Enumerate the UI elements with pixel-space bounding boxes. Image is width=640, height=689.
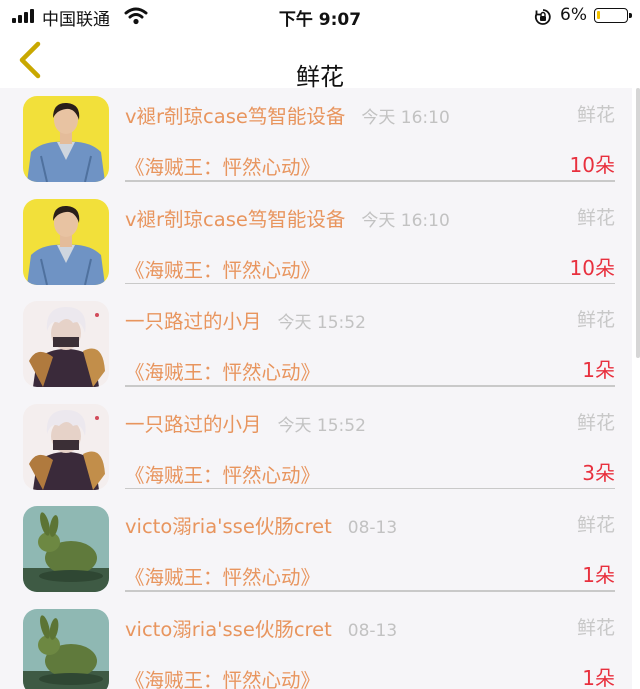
flower-count: 1朵 (582, 563, 615, 588)
gift-timestamp: 08-13 (347, 518, 398, 539)
list-item[interactable]: v褪r剞琼case笃智能设备 今天 16:10 鲜花《海贼王：怦然心动》 10朵 (0, 191, 632, 294)
sender-name-text: victo溺ria'sse伙肠cret (125, 515, 332, 539)
flower-count: 3朵 (582, 460, 615, 485)
scrollbar[interactable] (636, 88, 640, 358)
rotation-lock-icon (534, 9, 551, 25)
battery-icon (594, 8, 632, 23)
list-item[interactable]: 一只路过的小月 今天 15:52 鲜花《海贼王：怦然心动》 1朵 (0, 293, 632, 396)
sender-name-text: victo溺ria'sse伙肠cret (125, 618, 332, 641)
sender-name: v褪r剞琼case笃智能设备 今天 16:10 (125, 100, 450, 129)
work-title: 《海贼王：怦然心动》 (125, 669, 321, 689)
status-bar: 中国联通 下午 9:07 6% (0, 0, 640, 32)
sender-name-text: v褪r剞琼case笃智能设备 (125, 105, 346, 128)
gift-timestamp: 今天 15:52 (277, 415, 366, 436)
avatar[interactable] (23, 403, 109, 490)
gift-timestamp: 今天 15:52 (277, 313, 366, 334)
sender-name-text: 一只路过的小月 (125, 310, 262, 334)
sender-name: v褪r剞琼case笃智能设备 今天 16:10 (125, 203, 450, 232)
gift-timestamp: 08-13 (347, 621, 398, 641)
flower-count: 10朵 (569, 255, 615, 280)
flower-count: 10朵 (569, 153, 615, 177)
avatar[interactable] (23, 198, 109, 285)
sender-name-text: 一只路过的小月 (125, 412, 262, 436)
list-item[interactable]: 一只路过的小月 今天 15:52 鲜花《海贼王：怦然心动》 3朵 (0, 396, 632, 499)
avatar[interactable] (23, 301, 109, 388)
work-title: 《海贼王：怦然心动》 (125, 361, 321, 385)
flower-count: 1朵 (582, 666, 615, 689)
list-item[interactable]: victo溺ria'sse伙肠cret 08-13 鲜花《海贼王：怦然心动》 1朵 (0, 498, 632, 601)
work-title: 《海贼王：怦然心动》 (125, 463, 321, 487)
work-title: 《海贼王：怦然心动》 (125, 566, 321, 590)
divider (125, 180, 615, 182)
gift-type-label: 鲜花 (576, 104, 615, 126)
list-item[interactable]: v褪r剞琼case笃智能设备 今天 16:10 鲜花《海贼王：怦然心动》 10朵 (0, 88, 632, 191)
work-title: 《海贼王：怦然心动》 (125, 156, 321, 179)
battery-percentage: 6% (560, 5, 587, 25)
sender-name: 一只路过的小月 今天 15:52 (125, 305, 366, 334)
page-title: 鲜花 (296, 63, 344, 91)
sender-name-text: v褪r剞琼case笃智能设备 (125, 207, 346, 231)
battery-level-fill (597, 11, 600, 19)
divider (125, 487, 615, 490)
flower-count: 1朵 (582, 358, 615, 383)
gift-type-label: 鲜花 (576, 617, 615, 639)
gift-type-label: 鲜花 (576, 206, 615, 229)
divider (125, 590, 615, 592)
flower-gift-list: v褪r剞琼case笃智能设备 今天 16:10 鲜花 《海贼王：怦然心动》 10朵 v褪r… (0, 88, 632, 689)
divider (125, 282, 615, 285)
sender-name: victo溺ria'sse伙肠cret 08-13 (125, 613, 397, 642)
avatar[interactable] (23, 96, 109, 182)
sender-name: victo溺ria'sse伙肠cret 08-13 (125, 510, 397, 539)
avatar[interactable] (23, 609, 109, 689)
sender-name: 一只路过的小月 今天 15:52 (125, 408, 366, 437)
gift-type-label: 鲜花 (576, 514, 615, 537)
gift-timestamp: 今天 16:10 (361, 108, 450, 128)
gift-type-label: 鲜花 (576, 411, 615, 434)
list-item[interactable]: victo溺ria'sse伙肠cret 08-13 鲜花《海贼王：怦然心动》 1朵 (0, 601, 632, 689)
avatar[interactable] (23, 506, 109, 593)
gift-timestamp: 今天 16:10 (361, 210, 450, 231)
divider (125, 385, 615, 387)
gift-type-label: 鲜花 (576, 309, 615, 332)
work-title: 《海贼王：怦然心动》 (125, 258, 321, 282)
